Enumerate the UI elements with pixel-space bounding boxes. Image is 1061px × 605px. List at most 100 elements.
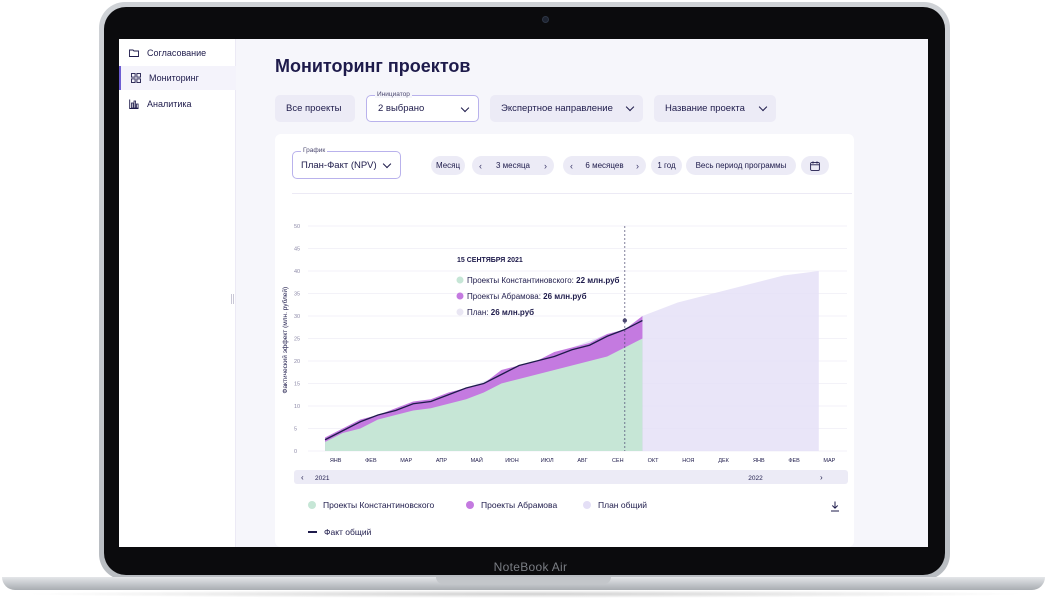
- tooltip-label: Проекты Константиновского:: [467, 276, 574, 285]
- tooltip-value: 22 млн.руб: [576, 276, 619, 285]
- main-content: Мониторинг проектов Все проекты Инициато…: [236, 39, 928, 547]
- screen: Согласование Мониторинг Аналитика Монито…: [119, 39, 928, 547]
- legend-item-fact[interactable]: Факт общий: [308, 527, 371, 537]
- x-tick-label: ФЕВ: [788, 458, 800, 464]
- calendar-icon: [810, 160, 820, 171]
- y-tick-label: 45: [294, 247, 300, 253]
- graph-type-select[interactable]: График План-Факт (NPV): [292, 147, 401, 179]
- pill-label: 6 месяцев: [585, 161, 624, 170]
- initiator-select[interactable]: Инициатор 2 выбрано: [366, 91, 479, 122]
- period-month-button[interactable]: Месяц: [431, 156, 465, 175]
- chevron-left-icon[interactable]: ‹: [472, 161, 489, 171]
- resize-handle[interactable]: [231, 294, 234, 304]
- filter-label: Название проекта: [665, 103, 745, 114]
- x-tick-label: ЯНВ: [330, 458, 342, 464]
- project-name-select[interactable]: Название проекта: [654, 95, 776, 122]
- period-year-button[interactable]: 1 год: [651, 156, 682, 175]
- y-tick-label: 25: [294, 337, 300, 343]
- x-tick-label: ФЕВ: [365, 458, 377, 464]
- graph-value: План-Факт (NPV): [301, 159, 377, 171]
- filter-label: Экспертное направление: [501, 103, 613, 114]
- legend-label: Проекты Константиновского: [323, 500, 435, 510]
- y-tick-label: 5: [294, 427, 297, 433]
- brand-label: NoteBook Air: [493, 560, 568, 574]
- x-tick-label: ЯНВ: [753, 458, 765, 464]
- legend-label: План общий: [598, 500, 647, 510]
- plan-fact-chart: 0 5 10 15 20 25 30 35 40 45 50 Фактический эффект …: [281, 224, 848, 484]
- sidebar-item-label: Мониторинг: [149, 73, 199, 83]
- legend-label: Проекты Абрамова: [481, 500, 558, 510]
- y-tick-label: 10: [294, 404, 300, 410]
- period-6m-button[interactable]: ‹ 6 месяцев ›: [563, 156, 646, 175]
- sidebar-item-label: Согласование: [147, 48, 207, 58]
- chevron-down-icon: [382, 159, 392, 169]
- sidebar-item-monitoring[interactable]: Мониторинг: [119, 66, 236, 90]
- x-tick-label: МАЙ: [471, 456, 483, 464]
- pill-label: Весь период программы: [695, 161, 787, 170]
- initiator-value: 2 выбрано: [378, 103, 425, 114]
- y-axis-label: Фактический эффект (млн. рублей): [281, 287, 289, 394]
- x-tick-label: СЕН: [612, 458, 624, 464]
- chevron-right-icon[interactable]: ›: [629, 161, 646, 171]
- chevron-left-icon[interactable]: ‹: [301, 473, 304, 482]
- chevron-left-icon[interactable]: ‹: [563, 161, 580, 171]
- pill-label: 1 год: [657, 161, 676, 170]
- x-tick-label: АПР: [436, 458, 448, 464]
- initiator-label: Инициатор: [375, 91, 412, 98]
- legend-item-plan[interactable]: План общий: [583, 500, 647, 510]
- timeline-scrollbar[interactable]: [294, 470, 848, 484]
- y-tick-label: 0: [294, 449, 297, 455]
- grid-icon: [131, 73, 141, 83]
- chevron-right-icon[interactable]: ›: [820, 473, 823, 482]
- svg-text:План: 26 млн.руб: План: 26 млн.руб: [467, 308, 534, 317]
- chevron-down-icon: [758, 102, 768, 112]
- laptop-shadow: [20, 590, 1030, 598]
- y-tick-label: 40: [294, 269, 300, 275]
- calendar-button[interactable]: [801, 156, 829, 175]
- x-tick-label: ДЕК: [718, 458, 729, 464]
- sidebar-item-label: Аналитика: [147, 99, 192, 109]
- laptop-notch: [436, 577, 611, 584]
- legend-label: Факт общий: [324, 527, 372, 537]
- sidebar: Согласование Мониторинг Аналитика: [119, 39, 236, 547]
- period-3m-button[interactable]: ‹ 3 месяца ›: [472, 156, 554, 175]
- x-tick-label: АВГ: [577, 458, 587, 464]
- sidebar-item-approval[interactable]: Согласование: [119, 41, 236, 65]
- tooltip-value: 26 млн.руб: [491, 308, 534, 317]
- x-tick-label: МАР: [400, 458, 412, 464]
- legend-dot: [583, 501, 591, 509]
- legend-item-konstantinovsky[interactable]: Проекты Константиновского: [308, 500, 434, 510]
- camera-icon: [542, 16, 549, 23]
- x-axis-ticks: ЯНВ ФЕВ МАР АПР МАЙ ИЮН ИЮЛ АВГ СЕН ОКТ НОЯ ДЕК ЯНВ Ф…: [330, 456, 836, 464]
- tooltip: 15 СЕНТЯБРЯ 2021 Проекты Константиновско…: [456, 257, 620, 317]
- cursor-point[interactable]: [622, 318, 628, 323]
- chevron-down-icon: [460, 103, 470, 113]
- tooltip-value: 26 млн.руб: [543, 292, 586, 301]
- y-tick-label: 30: [294, 314, 300, 320]
- legend-line: [308, 531, 317, 533]
- all-projects-filter[interactable]: Все проекты: [275, 95, 355, 122]
- tooltip-label: Проекты Абрамова:: [467, 292, 541, 301]
- chart-card: График План-Факт (NPV) Месяц ‹ 3 месяца …: [275, 134, 854, 547]
- year-label: 2021: [315, 475, 330, 482]
- year-label: 2022: [748, 475, 763, 482]
- folder-icon: [129, 49, 139, 57]
- download-icon[interactable]: [830, 501, 840, 512]
- bar-chart-icon: [129, 99, 139, 109]
- y-tick-label: 15: [294, 382, 300, 388]
- filter-label: Все проекты: [286, 103, 342, 114]
- period-all-button[interactable]: Весь период программы: [686, 156, 796, 175]
- legend-item-abramov[interactable]: Проекты Абрамова: [466, 500, 557, 510]
- legend-dot: [308, 501, 316, 509]
- expert-direction-select[interactable]: Экспертное направление: [490, 95, 643, 122]
- graph-label: График: [301, 147, 328, 154]
- y-axis-ticks: 0 5 10 15 20 25 30 35 40 45 50: [294, 224, 300, 455]
- x-tick-label: НОЯ: [682, 458, 694, 464]
- tooltip-dot: [456, 292, 464, 300]
- x-tick-label: ИЮН: [505, 458, 519, 464]
- sidebar-item-analytics[interactable]: Аналитика: [119, 92, 236, 116]
- x-tick-label: ИЮЛ: [541, 458, 554, 464]
- tooltip-dot: [456, 276, 464, 284]
- pill-label: 3 месяца: [496, 161, 530, 170]
- chevron-right-icon[interactable]: ›: [537, 161, 554, 171]
